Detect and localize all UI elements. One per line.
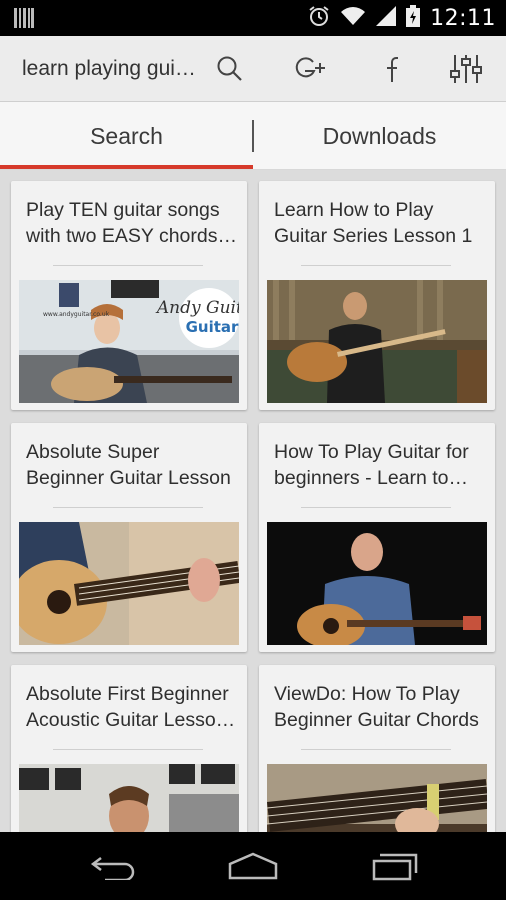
video-title: Absolute Super Beginner Guitar Lesson Yo… bbox=[26, 441, 231, 489]
status-bar: 12:11 bbox=[0, 0, 506, 36]
video-title: Learn How to Play Guitar Series Lesson 1 bbox=[274, 199, 473, 247]
divider bbox=[53, 507, 203, 508]
video-card[interactable]: Absolute Super Beginner Guitar Lesson Yo… bbox=[11, 423, 247, 652]
barcode-icon bbox=[14, 8, 34, 33]
results-grid: Play TEN guitar songs with two EASY chor… bbox=[0, 170, 506, 832]
active-tab-indicator bbox=[0, 165, 253, 169]
video-thumbnail[interactable] bbox=[267, 522, 487, 645]
video-card[interactable]: ViewDo: How To Play Beginner Guitar Chor… bbox=[259, 665, 495, 832]
recent-apps-icon[interactable] bbox=[350, 832, 440, 900]
tab-downloads[interactable]: Downloads bbox=[253, 102, 506, 170]
battery-charging-icon bbox=[406, 4, 421, 32]
divider bbox=[301, 749, 451, 750]
svg-text:Guitar: Guitar bbox=[186, 318, 239, 336]
divider bbox=[53, 265, 203, 266]
video-title: How To Play Guitar for beginners - Learn… bbox=[274, 441, 469, 489]
divider bbox=[301, 507, 451, 508]
video-thumbnail[interactable] bbox=[267, 280, 487, 403]
facebook-icon[interactable] bbox=[362, 36, 418, 102]
alarm-icon bbox=[308, 5, 330, 32]
video-title: Play TEN guitar songs with two EASY chor… bbox=[26, 199, 237, 247]
search-query[interactable]: learn playing gui… bbox=[22, 36, 197, 102]
divider bbox=[53, 749, 203, 750]
settings-sliders-icon[interactable] bbox=[438, 36, 494, 102]
home-icon[interactable] bbox=[208, 832, 298, 900]
tab-search[interactable]: Search bbox=[0, 102, 253, 170]
video-card[interactable]: How To Play Guitar for beginners - Learn… bbox=[259, 423, 495, 652]
video-thumbnail[interactable] bbox=[19, 522, 239, 645]
clock: 12:11 bbox=[430, 5, 496, 31]
signal-icon bbox=[376, 5, 397, 31]
video-thumbnail[interactable]: Andy Guitar Guitar www.andyguitar.co.uk bbox=[19, 280, 239, 403]
thumb-watermark: www.andyguitar.co.uk bbox=[43, 311, 110, 318]
video-card[interactable]: Absolute First Beginner Acoustic Guitar … bbox=[11, 665, 247, 832]
tab-bar: Search Downloads bbox=[0, 102, 506, 170]
video-title: Absolute First Beginner Acoustic Guitar … bbox=[26, 683, 236, 731]
google-plus-icon[interactable] bbox=[282, 36, 338, 102]
divider bbox=[301, 265, 451, 266]
search-icon[interactable] bbox=[202, 36, 258, 102]
video-title: ViewDo: How To Play Beginner Guitar Chor… bbox=[274, 683, 479, 731]
video-card[interactable]: Learn How to Play Guitar Series Lesson 1 bbox=[259, 181, 495, 410]
video-card[interactable]: Play TEN guitar songs with two EASY chor… bbox=[11, 181, 247, 410]
wifi-icon bbox=[340, 6, 366, 31]
navigation-bar bbox=[0, 832, 506, 900]
video-thumbnail[interactable] bbox=[19, 764, 239, 832]
thumb-logo: Andy Guitar bbox=[155, 298, 239, 318]
video-thumbnail[interactable] bbox=[267, 764, 487, 832]
action-bar: learn playing gui… bbox=[0, 36, 506, 102]
back-icon[interactable] bbox=[68, 832, 158, 900]
